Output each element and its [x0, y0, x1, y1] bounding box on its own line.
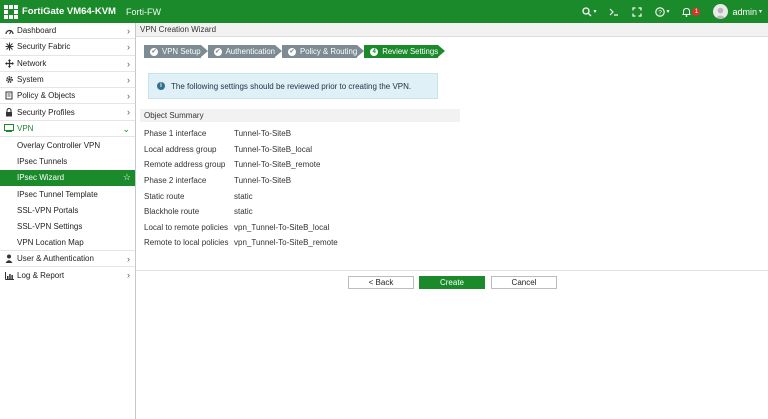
search-icon[interactable]: ▾ — [582, 6, 596, 17]
policy-icon — [4, 91, 14, 100]
sidebar-item-ssl-vpn-settings[interactable]: SSL-VPN Settings — [0, 219, 135, 235]
object-summary: Phase 1 interface Tunnel-To-SiteB Local a… — [144, 126, 338, 251]
summary-row: Blackhole route static — [144, 207, 253, 217]
lock-icon — [4, 107, 14, 117]
wizard-steps: ✔ VPN Setup ✔ Authentication ✔ Policy & … — [144, 45, 446, 58]
sidebar-item-dashboard[interactable]: Dashboard › — [0, 23, 135, 40]
dashboard-icon — [4, 27, 14, 35]
top-bar: FortiGate VM64-KVM Forti-FW ▾ ? ▾ 1 admi… — [0, 0, 768, 23]
chevron-right-icon: › — [127, 58, 130, 69]
info-message: i The following settings should be revie… — [148, 73, 438, 99]
footer-divider — [136, 270, 768, 271]
sidebar-item-security-profiles[interactable]: Security Profiles › — [0, 104, 135, 121]
sidebar-item-overlay-controller-vpn[interactable]: Overlay Controller VPN — [0, 137, 135, 153]
wizard-step-authentication[interactable]: ✔ Authentication — [207, 45, 283, 58]
sidebar-item-security-fabric[interactable]: Security Fabric › — [0, 39, 135, 56]
summary-row: Static route static — [144, 191, 253, 201]
info-icon: i — [157, 82, 165, 90]
chevron-right-icon: › — [127, 26, 130, 36]
svg-text:?: ? — [659, 9, 663, 16]
create-button[interactable]: Create — [419, 276, 485, 289]
back-button[interactable]: < Back — [348, 276, 414, 289]
summary-row: Remote address group Tunnel-To-SiteB_remo… — [144, 160, 321, 170]
device-name: Forti-FW — [125, 6, 161, 17]
chevron-right-icon: › — [127, 270, 130, 281]
fabric-icon — [4, 42, 14, 51]
avatar — [713, 4, 729, 19]
wizard-step-vpn-setup[interactable]: ✔ VPN Setup — [144, 45, 208, 58]
notifications-bell-icon[interactable]: 1 — [682, 7, 701, 17]
sidebar-item-user-authentication[interactable]: User & Authentication › — [0, 251, 135, 268]
summary-row: Phase 1 interface Tunnel-To-SiteB — [144, 129, 292, 139]
app-title: FortiGate VM64-KVM — [22, 6, 116, 17]
sidebar-item-log-report[interactable]: Log & Report › — [0, 267, 135, 283]
step-number: 4 — [370, 47, 379, 56]
cli-console-icon[interactable] — [609, 7, 619, 17]
user-icon — [4, 254, 14, 264]
main-panel: VPN Creation Wizard ✔ VPN Setup ✔ Authen… — [136, 23, 768, 419]
sidebar-item-ipsec-tunnels[interactable]: IPsec Tunnels — [0, 153, 135, 169]
check-icon: ✔ — [150, 47, 158, 56]
chevron-down-icon: ⌄ — [122, 123, 130, 134]
network-icon — [4, 58, 14, 68]
summary-row: Local to remote policies vpn_Tunnel-To-Si… — [144, 222, 330, 232]
sidebar-item-ipsec-wizard[interactable]: IPsec Wizard ☆ — [0, 169, 135, 186]
user-menu[interactable]: admin ▾ — [713, 4, 762, 19]
chevron-right-icon: › — [127, 42, 130, 53]
wizard-step-review-settings[interactable]: 4 Review Settings — [364, 45, 446, 58]
sidebar-item-vpn[interactable]: VPN ⌄ — [0, 121, 135, 138]
chevron-right-icon: › — [127, 91, 130, 102]
chevron-right-icon: › — [127, 254, 130, 265]
check-icon: ✔ — [213, 47, 222, 56]
check-icon: ✔ — [288, 47, 296, 56]
summary-row: Phase 2 interface Tunnel-To-SiteB — [144, 176, 292, 186]
gear-icon — [4, 75, 14, 84]
sidebar: Dashboard › Security Fabric › Network › … — [0, 23, 136, 419]
page-title: VPN Creation Wizard — [136, 23, 768, 37]
sidebar-item-policy-objects[interactable]: Policy & Objects › — [0, 88, 135, 105]
help-icon[interactable]: ? ▾ — [655, 6, 669, 17]
chevron-right-icon: › — [127, 74, 130, 85]
notification-badge: 1 — [692, 7, 701, 16]
favorite-star-icon[interactable]: ☆ — [123, 172, 131, 183]
fullscreen-icon[interactable] — [632, 6, 643, 17]
wizard-buttons: < Back Create Cancel — [348, 276, 557, 289]
username: admin — [732, 6, 757, 17]
summary-row: Local address group Tunnel-To-SiteB_local — [144, 144, 312, 154]
sidebar-item-ssl-vpn-portals[interactable]: SSL-VPN Portals — [0, 202, 135, 218]
sidebar-item-network[interactable]: Network › — [0, 56, 135, 72]
summary-title: Object Summary — [140, 109, 460, 122]
fortinet-logo-icon — [4, 4, 18, 19]
summary-row: Remote to local policies vpn_Tunnel-To-Si… — [144, 238, 338, 248]
vpn-icon — [4, 124, 14, 133]
sidebar-item-vpn-location-map[interactable]: VPN Location Map — [0, 235, 135, 252]
cancel-button[interactable]: Cancel — [491, 276, 557, 289]
chevron-right-icon: › — [127, 107, 130, 118]
chart-icon — [4, 271, 14, 280]
brand[interactable]: FortiGate VM64-KVM Forti-FW — [0, 0, 161, 23]
sidebar-item-ipsec-tunnel-template[interactable]: IPsec Tunnel Template — [0, 186, 135, 202]
wizard-step-policy-routing[interactable]: ✔ Policy & Routing — [282, 45, 365, 58]
sidebar-item-system[interactable]: System › — [0, 72, 135, 89]
